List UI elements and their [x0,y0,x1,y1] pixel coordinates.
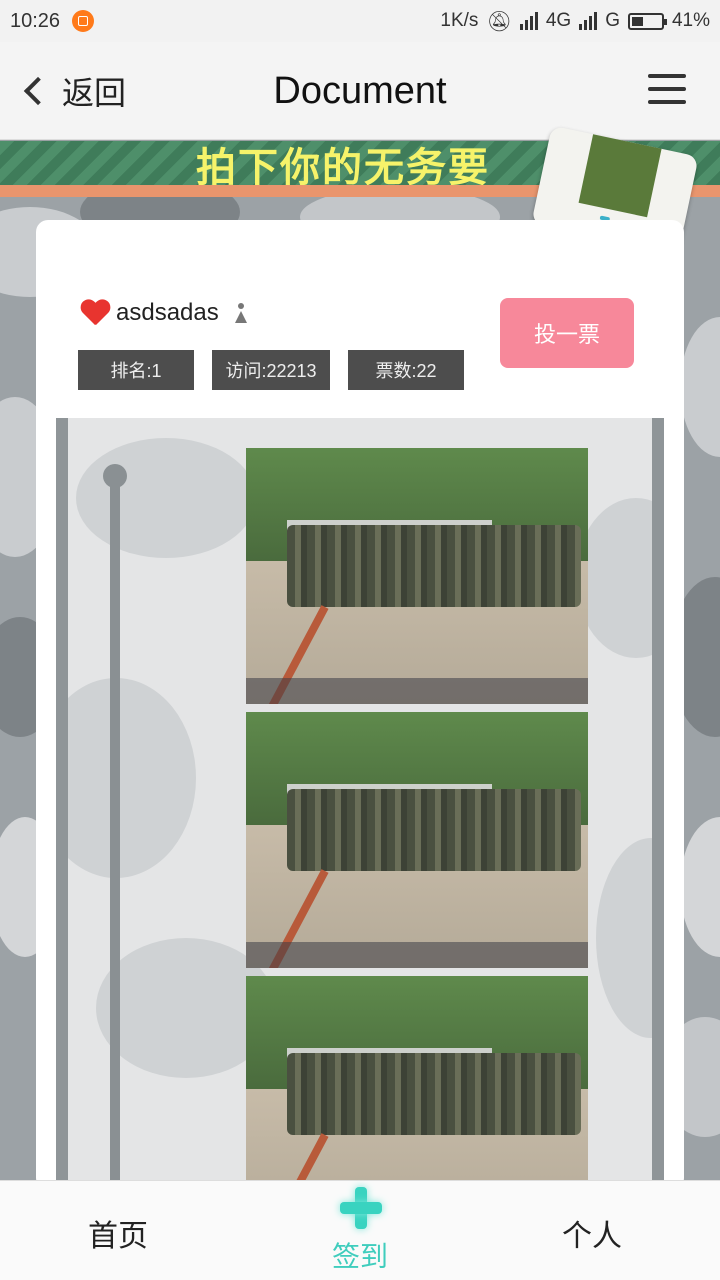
gallery-photo[interactable] [246,976,588,1190]
app-notification-icon [72,10,95,32]
network-type-2: G [605,10,620,31]
net-speed: 1K/s [440,10,479,31]
status-time: 10:26 [10,9,61,32]
menu-icon[interactable] [648,74,686,104]
heart-icon [80,298,110,328]
plus-icon [340,1187,382,1229]
entry-card: asdsadas 排名:1 访问:22213 票数:22 投一票 [36,220,684,1190]
visits-badge: 访问:22213 [212,350,330,390]
status-bar: 10:26 1K/s 🔕︎ 4G G 41% [0,0,720,42]
photo-gallery [56,418,664,1190]
bottom-tab-bar: 首页 签到 个人 [0,1180,720,1280]
nav-bar: 返回 Document [0,42,720,140]
gallery-photo[interactable] [246,448,588,704]
mute-icon: 🔕︎ [486,10,512,33]
female-icon [234,303,247,323]
battery-icon [627,12,667,30]
signal-icon [519,12,538,30]
battery-percent: 41% [671,10,710,31]
network-type-1: 4G [545,10,572,31]
status-right: 1K/s 🔕︎ 4G G 41% [440,9,710,34]
tab-profile[interactable]: 个人 [562,1211,622,1255]
user-row: asdsadas [80,298,247,328]
tab-checkin-label: 签到 [331,1241,388,1272]
stats-badges: 排名:1 访问:22213 票数:22 [78,350,464,390]
username: asdsadas [116,299,219,326]
tab-home[interactable]: 首页 [88,1211,148,1255]
tab-checkin[interactable]: 签到 [310,1181,410,1280]
page-title: Document [273,70,447,112]
gallery-photo[interactable] [246,712,588,968]
votes-badge: 票数:22 [348,350,464,390]
signal-icon-2 [579,12,598,30]
rank-badge: 排名:1 [78,350,194,390]
vote-button[interactable]: 投一票 [500,298,634,368]
banner-text: 拍下你的无务要 [196,146,490,185]
